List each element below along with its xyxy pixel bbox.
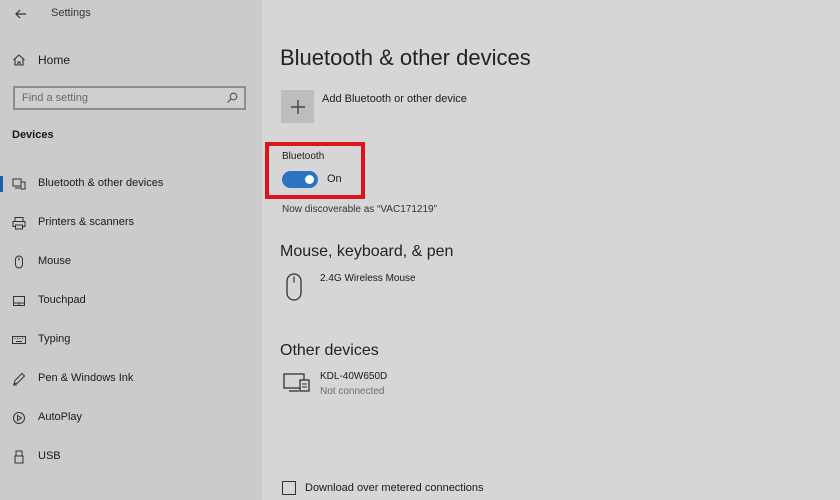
sidebar-item-label: Pen & Windows Ink bbox=[38, 372, 134, 384]
plus-icon bbox=[290, 99, 305, 114]
device-name: KDL-40W650D bbox=[320, 371, 388, 382]
mouse-icon bbox=[286, 273, 302, 301]
sidebar-item-printers[interactable]: Printers & scanners bbox=[0, 212, 262, 234]
sidebar-item-label: Typing bbox=[38, 333, 71, 345]
device-status: Not connected bbox=[320, 386, 385, 397]
toggle-knob bbox=[305, 175, 314, 184]
sidebar-item-touchpad[interactable]: Touchpad bbox=[0, 290, 262, 312]
home-nav-item[interactable]: Home bbox=[12, 52, 70, 68]
sidebar-item-label: Printers & scanners bbox=[38, 216, 134, 228]
device-kdl[interactable]: KDL-40W650D Not connected bbox=[283, 371, 483, 401]
sidebar-item-label: Touchpad bbox=[38, 294, 86, 306]
sidebar-item-label: USB bbox=[38, 450, 61, 462]
sidebar-item-pen[interactable]: Pen & Windows Ink bbox=[0, 368, 262, 390]
touchpad-icon bbox=[12, 294, 26, 308]
mouse-keyboard-pen-heading: Mouse, keyboard, & pen bbox=[280, 243, 454, 260]
printer-icon bbox=[12, 216, 26, 230]
device-name: 2.4G Wireless Mouse bbox=[320, 273, 416, 284]
other-devices-heading: Other devices bbox=[280, 342, 379, 359]
metered-checkbox[interactable] bbox=[282, 481, 296, 495]
back-button[interactable] bbox=[12, 6, 30, 22]
active-indicator bbox=[0, 176, 3, 192]
app-title: Settings bbox=[51, 7, 91, 19]
discoverable-text: Now discoverable as “VAC171219” bbox=[282, 204, 437, 215]
bluetooth-devices-icon bbox=[12, 177, 26, 191]
back-arrow-icon bbox=[15, 9, 26, 19]
sidebar-item-autoplay[interactable]: AutoPlay bbox=[0, 407, 262, 429]
bluetooth-label: Bluetooth bbox=[282, 151, 325, 162]
search-box[interactable] bbox=[13, 86, 246, 110]
search-icon bbox=[227, 92, 238, 103]
keyboard-icon bbox=[12, 333, 26, 347]
sidebar-item-usb[interactable]: USB bbox=[0, 446, 262, 468]
mouse-icon bbox=[12, 255, 26, 269]
device-wireless-mouse[interactable]: 2.4G Wireless Mouse bbox=[283, 273, 483, 303]
sidebar-item-label: Mouse bbox=[38, 255, 72, 267]
sidebar-item-bluetooth[interactable]: Bluetooth & other devices bbox=[0, 173, 262, 195]
pen-icon bbox=[12, 372, 26, 386]
bluetooth-toggle[interactable] bbox=[282, 171, 318, 188]
metered-label: Download over metered connections bbox=[305, 482, 484, 494]
sidebar-item-label: AutoPlay bbox=[38, 411, 83, 423]
search-input[interactable] bbox=[22, 90, 217, 106]
sidebar-item-typing[interactable]: Typing bbox=[0, 329, 262, 351]
home-label: Home bbox=[38, 53, 71, 67]
add-device-label: Add Bluetooth or other device bbox=[322, 93, 467, 105]
bluetooth-toggle-state: On bbox=[327, 173, 342, 185]
section-title: Devices bbox=[12, 129, 54, 141]
home-icon bbox=[13, 54, 25, 66]
sidebar-item-mouse[interactable]: Mouse bbox=[0, 251, 262, 273]
page-title: Bluetooth & other devices bbox=[280, 45, 531, 70]
sidebar: Settings Home Devices Bluetooth & other … bbox=[0, 0, 262, 500]
usb-icon bbox=[12, 450, 26, 464]
display-device-icon bbox=[283, 373, 310, 392]
autoplay-icon bbox=[12, 411, 26, 425]
add-tile bbox=[281, 90, 314, 123]
sidebar-item-label: Bluetooth & other devices bbox=[38, 177, 164, 189]
